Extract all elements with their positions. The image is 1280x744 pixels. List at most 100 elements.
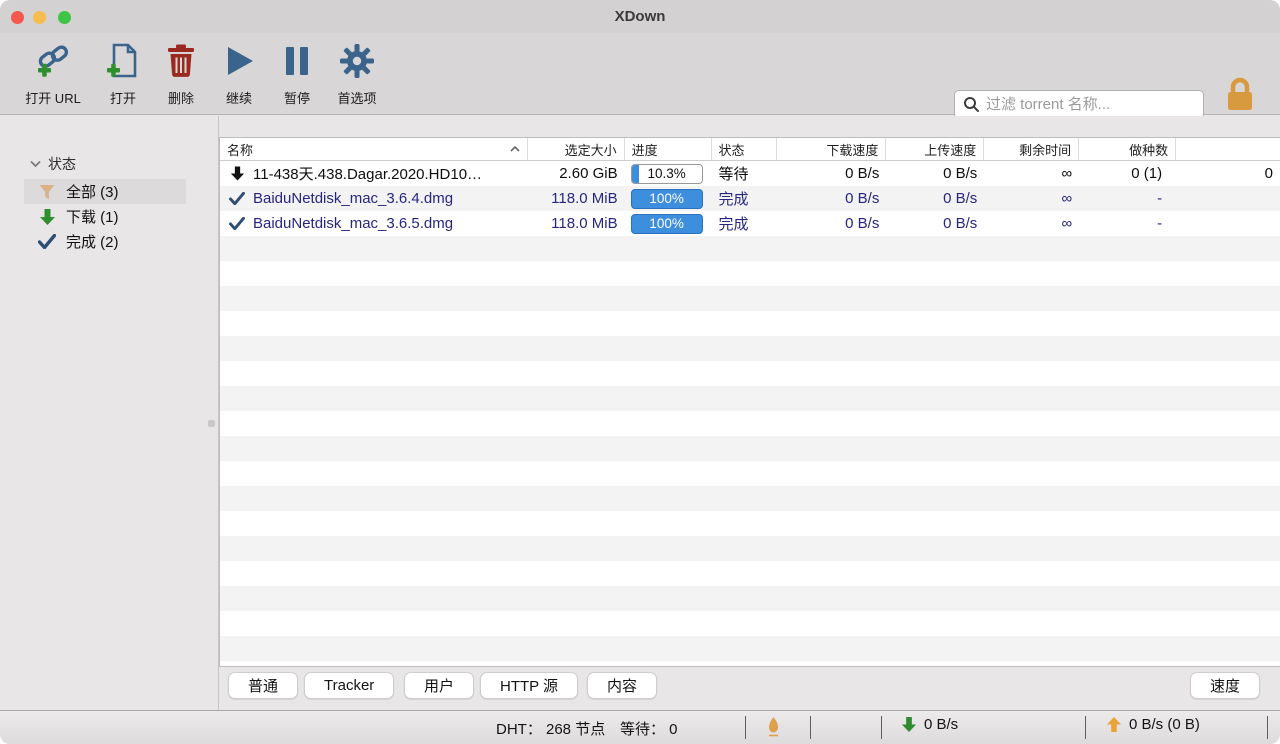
upload-speed-value: 0 B/s (0 B) (1129, 716, 1200, 733)
cell-up-speed: 0 B/s (886, 211, 984, 236)
tab-general[interactable]: 普通 (228, 672, 298, 699)
cell-size: 118.0 MiB (528, 186, 625, 211)
global-download-speed: 0 B/s (901, 716, 958, 733)
cell-size: 2.60 GiB (528, 161, 625, 186)
cell-down-speed: 0 B/s (777, 186, 886, 211)
cell-eta: ∞ (984, 186, 1079, 211)
cell-down-speed: 0 B/s (777, 211, 886, 236)
cell-seeds: - (1079, 211, 1176, 236)
column-header-seeds[interactable]: 做种数 (1079, 138, 1176, 160)
delete-label: 删除 (168, 88, 194, 107)
global-upload-speed: 0 B/s (0 B) (1106, 716, 1200, 733)
resume-label: 继续 (226, 88, 252, 107)
cell-up-speed: 0 B/s (886, 161, 984, 186)
column-header-progress[interactable]: 进度 (625, 138, 712, 160)
sidebar: 状态 全部 (3) 下载 (1) 完成 (2) (0, 116, 219, 710)
waiting-status: 等待： 0 (620, 718, 678, 739)
check-icon (227, 217, 247, 230)
app-window: XDown 打开 URL (0, 0, 1280, 744)
table-body: 11-438天.438.Dagar.2020.HD10… 2.60 GiB 10… (220, 161, 1280, 666)
tab-tracker[interactable]: Tracker (304, 672, 394, 699)
table-header: 名称 选定大小 进度 状态 下载速度 上传速度 剩余时间 做种数 (220, 138, 1280, 161)
tab-http-source[interactable]: HTTP 源 (480, 672, 578, 699)
cell-status: 完成 (712, 211, 778, 236)
dht-status: DHT： 268 节点 (496, 718, 605, 739)
column-header-down-speed[interactable]: 下载速度 (777, 138, 886, 160)
sidebar-item-label: 下载 (1) (66, 206, 119, 227)
statusbar-divider (1085, 716, 1086, 739)
column-header-extra[interactable] (1176, 138, 1280, 160)
download-arrow-icon (36, 208, 58, 226)
sort-ascending-icon (510, 146, 520, 152)
check-icon (227, 192, 247, 205)
splitter-handle[interactable] (208, 420, 215, 427)
column-header-size[interactable]: 选定大小 (528, 138, 625, 160)
cell-progress: 100% (625, 211, 712, 236)
preferences-label: 首选项 (337, 88, 376, 107)
preferences-button[interactable]: 首选项 (317, 41, 397, 107)
sidebar-item-completed[interactable]: 完成 (2) (24, 229, 186, 254)
column-header-status[interactable]: 状态 (712, 138, 778, 160)
tab-content[interactable]: 内容 (587, 672, 657, 699)
toolbar: 打开 URL 打开 删除 (0, 33, 1280, 115)
download-speed-value: 0 B/s (924, 716, 958, 733)
sidebar-item-label: 全部 (3) (66, 181, 119, 202)
column-header-up-speed[interactable]: 上传速度 (886, 138, 984, 160)
search-icon (963, 96, 980, 113)
gear-icon (339, 41, 375, 81)
funnel-icon (36, 183, 58, 201)
statusbar-divider (881, 716, 882, 739)
cell-extra (1176, 186, 1280, 211)
column-header-name[interactable]: 名称 (220, 138, 528, 160)
status-bar: DHT： 268 节点 等待： 0 0 B/s 0 B/s (0 B) (0, 710, 1280, 744)
sidebar-item-label: 完成 (2) (66, 231, 119, 252)
detail-tabs-bar: 普通 Tracker 用户 HTTP 源 内容 速度 (0, 672, 1280, 710)
window-title: XDown (0, 8, 1280, 25)
speed-button[interactable]: 速度 (1190, 672, 1260, 699)
open-url-button[interactable]: 打开 URL (13, 41, 93, 107)
downloads-table: 名称 选定大小 进度 状态 下载速度 上传速度 剩余时间 做种数 (219, 137, 1280, 667)
cell-progress: 10.3% (625, 161, 712, 186)
chevron-down-icon (30, 160, 41, 168)
table-row[interactable]: BaiduNetdisk_mac_3.6.5.dmg 118.0 MiB 100… (220, 211, 1280, 236)
cell-up-speed: 0 B/s (886, 186, 984, 211)
sidebar-group-status[interactable]: 状态 (30, 154, 76, 174)
statusbar-divider (810, 716, 811, 739)
cell-name: BaiduNetdisk_mac_3.6.5.dmg (220, 211, 528, 236)
cell-extra (1176, 211, 1280, 236)
delete-button[interactable]: 删除 (151, 41, 211, 107)
cell-status: 完成 (712, 186, 778, 211)
tab-users[interactable]: 用户 (404, 672, 474, 699)
download-arrow-icon (901, 716, 917, 733)
cell-eta: ∞ (984, 161, 1079, 186)
main-content: 状态 全部 (3) 下载 (1) 完成 (2) (0, 116, 1280, 710)
cell-down-speed: 0 B/s (777, 161, 886, 186)
trash-icon (165, 41, 197, 81)
resume-button[interactable]: 继续 (209, 41, 269, 107)
cell-status: 等待 (712, 161, 778, 186)
cell-name: 11-438天.438.Dagar.2020.HD10… (220, 161, 528, 186)
play-icon (222, 41, 256, 81)
progress-bar: 100% (631, 214, 703, 234)
column-header-eta[interactable]: 剩余时间 (984, 138, 1079, 160)
open-file-label: 打开 (110, 88, 136, 107)
upload-arrow-icon (1106, 716, 1122, 733)
open-file-button[interactable]: 打开 (93, 41, 153, 107)
sidebar-item-all[interactable]: 全部 (3) (24, 179, 186, 204)
sidebar-item-downloading[interactable]: 下载 (1) (24, 204, 186, 229)
table-row[interactable]: 11-438天.438.Dagar.2020.HD10… 2.60 GiB 10… (220, 161, 1280, 186)
statusbar-divider (1267, 716, 1268, 739)
pause-icon (282, 41, 312, 81)
title-bar: XDown (0, 0, 1280, 33)
sidebar-group-label: 状态 (48, 154, 76, 174)
search-input[interactable] (986, 96, 1195, 113)
open-file-icon (105, 41, 141, 81)
filter-search-box[interactable] (954, 90, 1204, 119)
progress-fill (632, 165, 639, 183)
cell-size: 118.0 MiB (528, 211, 625, 236)
cell-name: BaiduNetdisk_mac_3.6.4.dmg (220, 186, 528, 211)
cell-seeds: - (1079, 186, 1176, 211)
table-row[interactable]: BaiduNetdisk_mac_3.6.4.dmg 118.0 MiB 100… (220, 186, 1280, 211)
cell-eta: ∞ (984, 211, 1079, 236)
flame-icon[interactable] (766, 716, 781, 738)
